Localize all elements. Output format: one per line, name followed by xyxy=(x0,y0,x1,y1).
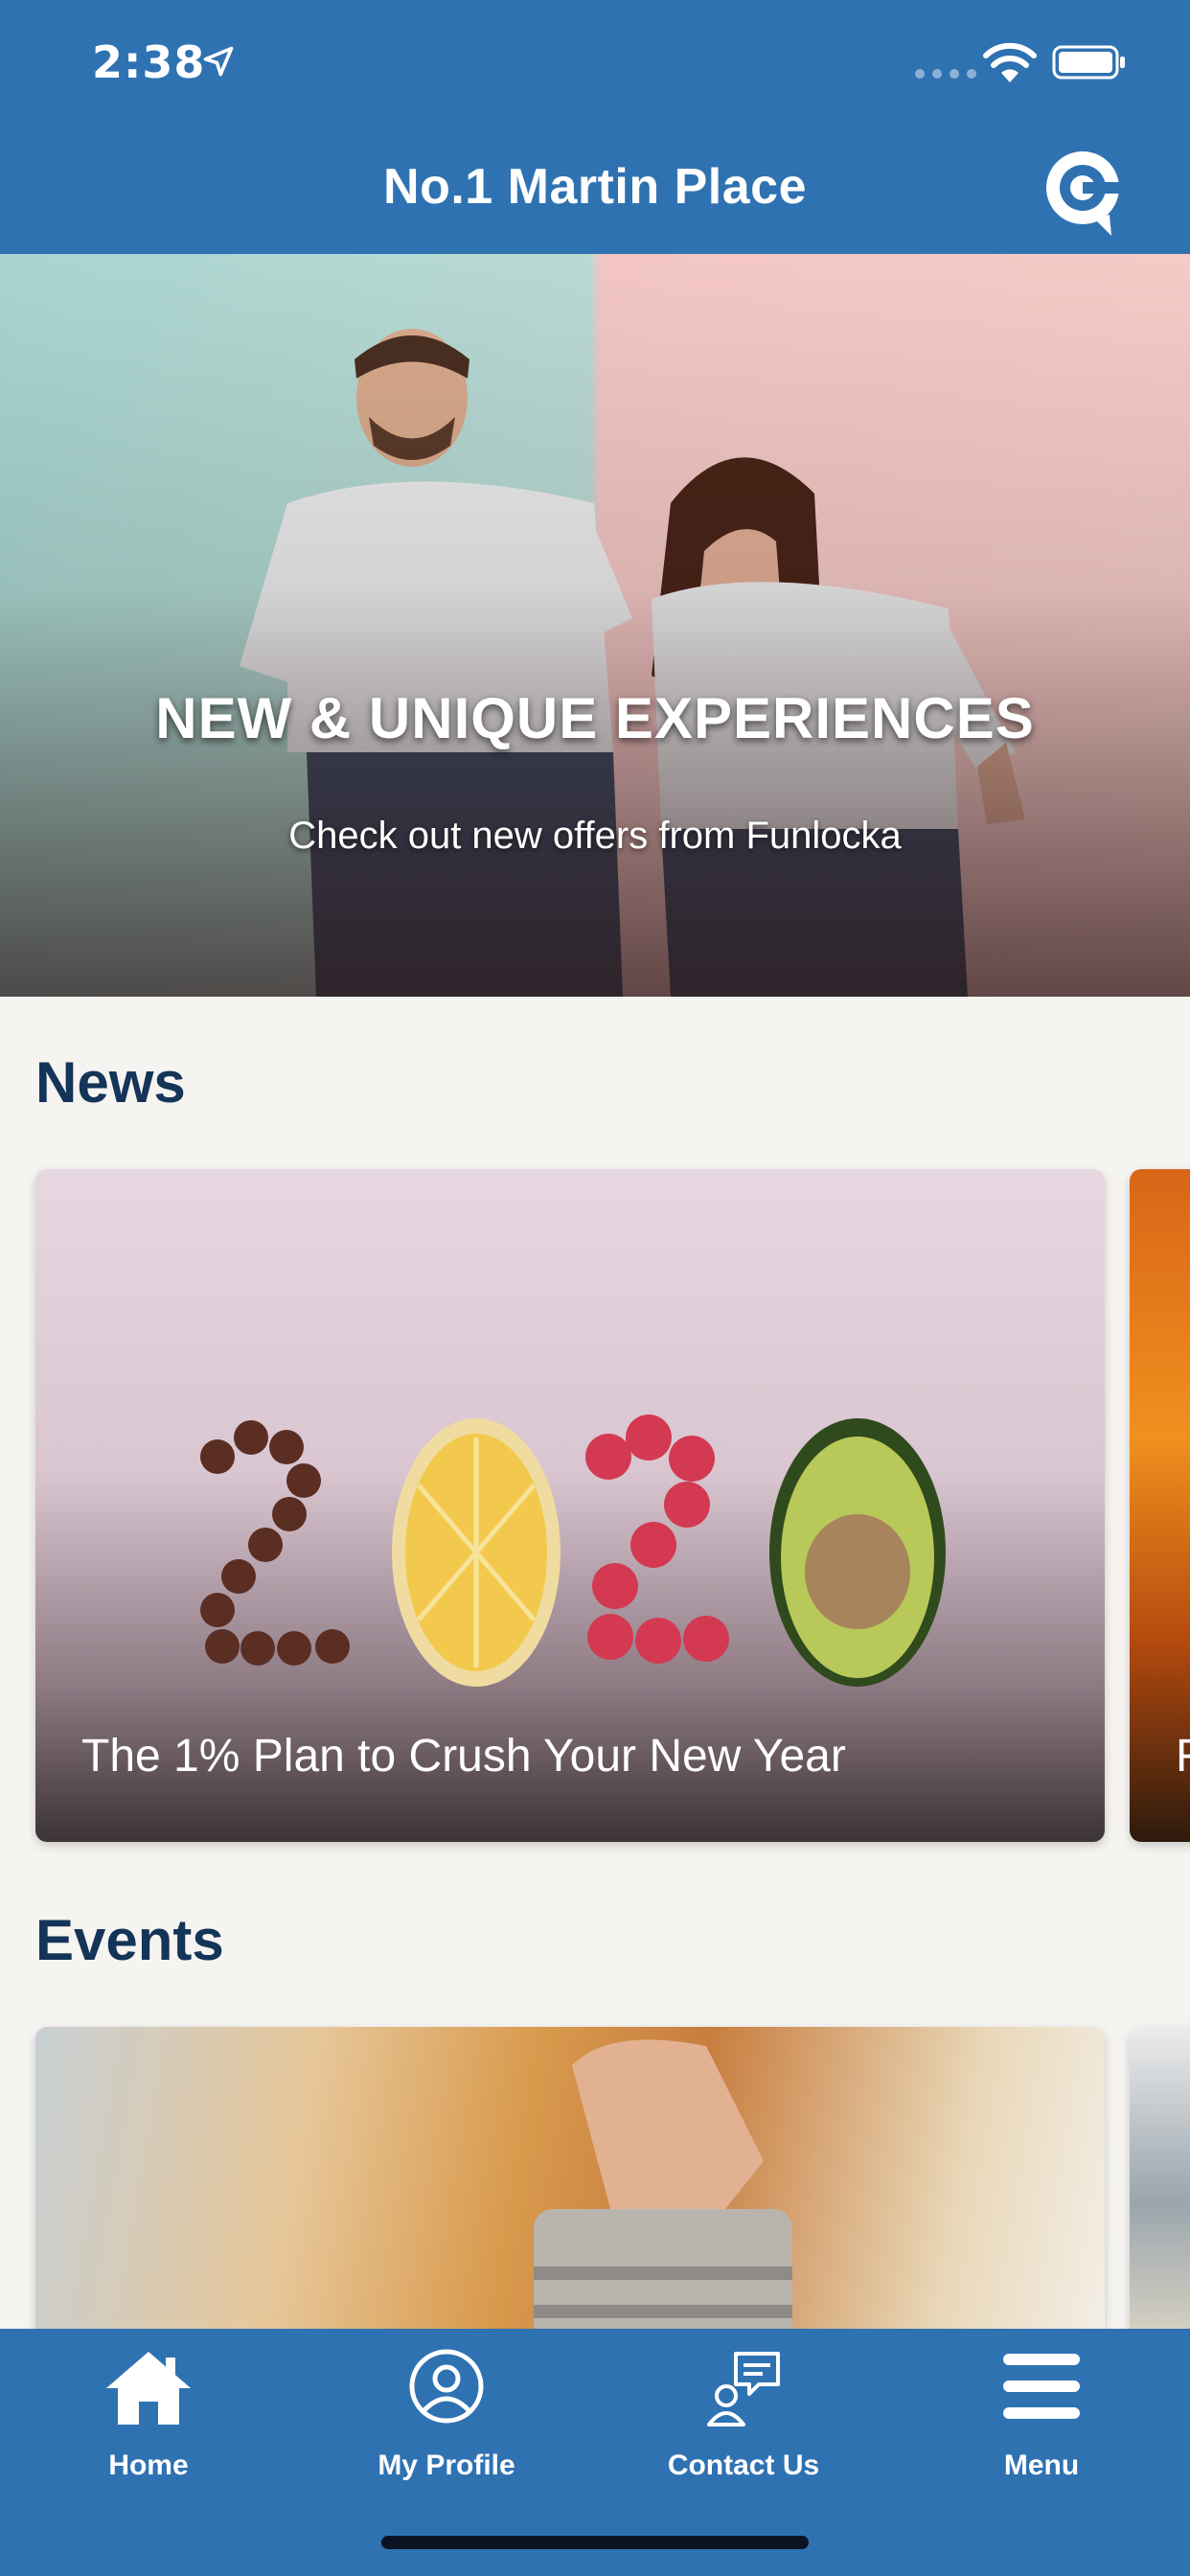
news-section-title: News xyxy=(35,1050,186,1115)
status-time: 2:38 xyxy=(92,36,206,88)
news-card-title: The 1% Plan to Crush Your New Year xyxy=(81,1731,846,1782)
hero-title: NEW & UNIQUE EXPERIENCES xyxy=(155,686,1035,750)
battery-icon xyxy=(1052,45,1125,80)
hero-subtitle: Check out new offers from Funlocka xyxy=(288,815,902,857)
event-card-peek[interactable] xyxy=(1130,2027,1190,2343)
contact-icon xyxy=(707,2352,780,2426)
tab-home-label: Home xyxy=(108,2450,189,2481)
menu-icon xyxy=(1003,2354,1080,2419)
tab-home[interactable]: Home xyxy=(0,2329,297,2492)
event-card[interactable] xyxy=(35,2027,1105,2343)
event-card-image xyxy=(534,2039,792,2343)
tab-menu-label: Menu xyxy=(1003,2450,1080,2481)
hero-overlay xyxy=(0,254,1190,997)
tab-contact-us-label: Contact Us xyxy=(667,2450,820,2481)
tab-my-profile-label: My Profile xyxy=(378,2450,515,2481)
profile-icon xyxy=(409,2349,484,2424)
home-indicator[interactable] xyxy=(381,2536,809,2549)
events-section-title: Events xyxy=(35,1908,224,1972)
app-header: No.1 Martin Place xyxy=(0,134,1190,254)
cellular-signal-icon xyxy=(915,69,976,79)
tab-menu[interactable]: Menu xyxy=(893,2329,1190,2492)
brand-logo-icon[interactable] xyxy=(1037,144,1129,242)
location-arrow-icon xyxy=(203,46,234,77)
tab-contact-us[interactable]: Contact Us xyxy=(595,2329,892,2492)
news-card-title: F xyxy=(1176,1731,1190,1782)
wifi-icon xyxy=(983,42,1037,82)
status-bar: 2:38 xyxy=(0,0,1190,134)
page-title: No.1 Martin Place xyxy=(383,159,807,215)
news-card[interactable]: The 1% Plan to Crush Your New Year xyxy=(35,1169,1105,1842)
tab-my-profile[interactable]: My Profile xyxy=(298,2329,595,2492)
hero-carousel[interactable]: NEW & UNIQUE EXPERIENCES Check out new o… xyxy=(0,254,1190,997)
news-card-peek[interactable]: F xyxy=(1130,1169,1190,1842)
home-icon xyxy=(106,2352,191,2425)
